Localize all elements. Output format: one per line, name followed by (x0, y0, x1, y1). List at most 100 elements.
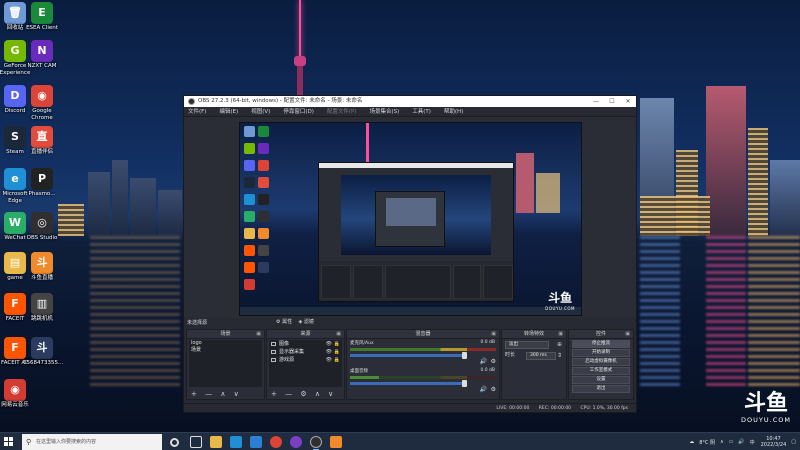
desktop-icon[interactable]: ◎ OBS Studio (23, 212, 61, 242)
app-icon[interactable] (290, 436, 302, 448)
clock[interactable]: 10:47 2022/3/24 (761, 436, 787, 448)
cortana-icon[interactable] (170, 438, 179, 447)
menu-tools[interactable]: 工具(T) (412, 107, 431, 116)
minimize-button[interactable]: — (588, 96, 604, 107)
preview-area: 斗鱼 DOUYU.COM (184, 117, 636, 317)
volume-slider[interactable] (350, 380, 467, 387)
transitions-dock: 转场特效 ▣ 淡出 ⊕ 时长 300 ms ⇕ (501, 329, 567, 400)
stop-streaming-button[interactable]: 停止推流 (572, 340, 630, 348)
spin-icon[interactable]: ⇕ (557, 350, 562, 361)
scenes-toolbar[interactable]: + — ∧ ∨ (187, 389, 264, 399)
settings-button[interactable]: 设置 (572, 376, 630, 384)
nested-obs-preview (318, 162, 514, 302)
speaker-icon[interactable]: 🔊 (480, 386, 487, 393)
volume-icon[interactable]: 🔊 (738, 439, 744, 445)
image-icon (271, 342, 276, 346)
file-explorer-icon[interactable] (210, 436, 222, 448)
properties-button[interactable]: ⚙ 属性 (276, 319, 292, 325)
gear-icon[interactable]: ⚙ (491, 358, 496, 365)
obs-window-title: OBS 27.2.3 (64-bit, windows) - 配置文件: 未命名… (198, 98, 363, 104)
desktop-icon-label: 直播伴侣 (30, 149, 53, 155)
desktop-icon[interactable]: 斗斗鱼直播 (23, 252, 61, 282)
taskbar-search-input[interactable]: ⚲ 在这里输入你要搜索的内容 (22, 434, 162, 450)
preview-douyu-watermark: 斗鱼 DOUYU.COM (545, 291, 575, 311)
speaker-icon[interactable]: 🔊 (480, 358, 487, 365)
volume-slider[interactable] (350, 352, 467, 359)
exit-button[interactable]: 退出 (572, 385, 630, 393)
obs-taskbar-icon[interactable] (310, 436, 322, 450)
eye-icon[interactable]: 👁 (326, 356, 332, 364)
edge-icon[interactable] (230, 436, 242, 448)
ime-indicator[interactable]: 中 (750, 439, 755, 446)
app-icon: ◎ (31, 212, 53, 234)
mixer-channel-desktop: 桌面音频 0.0 dB 🔊 ⚙ (350, 368, 496, 393)
source-item[interactable]: 显示器采集 👁 🔒 (269, 348, 342, 356)
weather-icon[interactable]: ☁ (689, 439, 694, 445)
task-view-icon[interactable] (190, 436, 202, 448)
start-recording-button[interactable]: 开始录制 (572, 349, 630, 357)
desktop-icon-label: NZXT CAM (27, 63, 57, 69)
menu-profile[interactable]: 配置文件(P) (327, 107, 357, 116)
scene-item[interactable]: 场景 (189, 347, 262, 354)
network-icon[interactable]: ▭ (729, 439, 734, 445)
eye-icon[interactable]: 👁 (326, 348, 332, 356)
maximize-button[interactable]: ☐ (604, 96, 620, 107)
lock-icon[interactable]: 🔒 (334, 340, 340, 348)
weather-text[interactable]: 8°C 阴 (699, 439, 715, 446)
desktop-icon-label: Phasmo... (28, 191, 56, 197)
obs-window[interactable]: OBS 27.2.3 (64-bit, windows) - 配置文件: 未命名… (183, 95, 637, 413)
app-icon: 斗 (31, 337, 53, 359)
menu-edit[interactable]: 编辑(E) (219, 107, 238, 116)
menu-view[interactable]: 视图(V) (251, 107, 270, 116)
desktop-icon[interactable]: 斗 6568473355... (23, 337, 64, 367)
menu-scene-collection[interactable]: 场景集合(S) (369, 107, 399, 116)
no-source-selected-label: 未选择源 (187, 320, 208, 326)
windows-start-icon[interactable] (4, 437, 14, 447)
transition-select[interactable]: 淡出 (505, 341, 549, 349)
scene-item[interactable]: logo (189, 340, 262, 347)
desktop-icon-label: ESEA Client (26, 25, 58, 31)
menu-file[interactable]: 文件(F) (188, 107, 206, 116)
desktop-icon-label: OBS Studio (26, 235, 58, 241)
obs-titlebar[interactable]: OBS 27.2.3 (64-bit, windows) - 配置文件: 未命名… (184, 96, 636, 107)
source-item[interactable]: 图像 👁 🔒 (269, 340, 342, 348)
search-icon: ⚲ (26, 438, 32, 446)
desktop-icon[interactable]: ◉ 网易云音乐 (0, 379, 34, 409)
notification-icon[interactable]: ▢ (791, 439, 796, 445)
desktop-icon[interactable]: N NZXT CAM (23, 40, 61, 70)
chrome-icon[interactable] (270, 436, 282, 448)
menu-help[interactable]: 帮助(H) (444, 107, 463, 116)
obs-statusbar: LIVE: 00:00:00 REC: 00:00:00 CPU: 1.0%, … (184, 403, 636, 412)
obs-preview[interactable]: 斗鱼 DOUYU.COM (239, 122, 582, 316)
filters-button[interactable]: ◈ 滤镜 (298, 319, 313, 325)
chevron-up-icon[interactable]: ∧ (720, 439, 724, 445)
sources-toolbar[interactable]: + — ⚙ ∧ ∨ (267, 389, 344, 399)
desktop-icon[interactable]: ▥ 跳跳机机 (23, 293, 61, 323)
duration-label: 时长 (505, 352, 516, 358)
menu-docks[interactable]: 停靠窗口(D) (283, 107, 314, 116)
desktop-icon-label: Google Chrome (31, 108, 53, 121)
obs-menubar: 文件(F) 编辑(E) 视图(V) 停靠窗口(D) 配置文件(P) 场景集合(S… (184, 107, 636, 117)
virtual-camera-button[interactable]: 启动虚拟摄像机 (572, 358, 630, 366)
transition-add-icon[interactable]: ⊕ (557, 339, 562, 350)
app-icon: P (31, 168, 53, 190)
desktop-icon[interactable]: 直直播伴侣 (23, 126, 61, 156)
desktop-icon[interactable]: E ESEA Client (23, 2, 61, 32)
desktop-icon-label: 斗鱼直播 (30, 275, 53, 281)
gear-icon[interactable]: ⚙ (491, 386, 496, 393)
mail-icon[interactable] (250, 436, 262, 448)
eye-icon[interactable]: 👁 (326, 340, 332, 348)
lock-icon[interactable]: 🔒 (334, 356, 340, 364)
sources-dock: 来源 ▣ 图像 👁 🔒 显示器采集 👁 🔒 游戏源 👁 🔒 + — ⚙ ∧ ∨ (266, 329, 345, 400)
source-item[interactable]: 游戏源 👁 🔒 (269, 356, 342, 364)
lock-icon[interactable]: 🔒 (334, 348, 340, 356)
studio-mode-button[interactable]: 工作室模式 (572, 367, 630, 375)
app-icon: 直 (31, 126, 53, 148)
desktop-icon[interactable]: ◉ Google Chrome (23, 85, 61, 121)
app-icon: N (31, 40, 53, 62)
duration-input[interactable]: 300 ms (526, 352, 556, 360)
douyu-taskbar-icon[interactable] (330, 436, 342, 448)
desktop-icon[interactable]: P Phasmo... (23, 168, 61, 198)
close-button[interactable]: ✕ (620, 96, 636, 107)
desktop-icon-label: 6568473355... (23, 360, 64, 366)
